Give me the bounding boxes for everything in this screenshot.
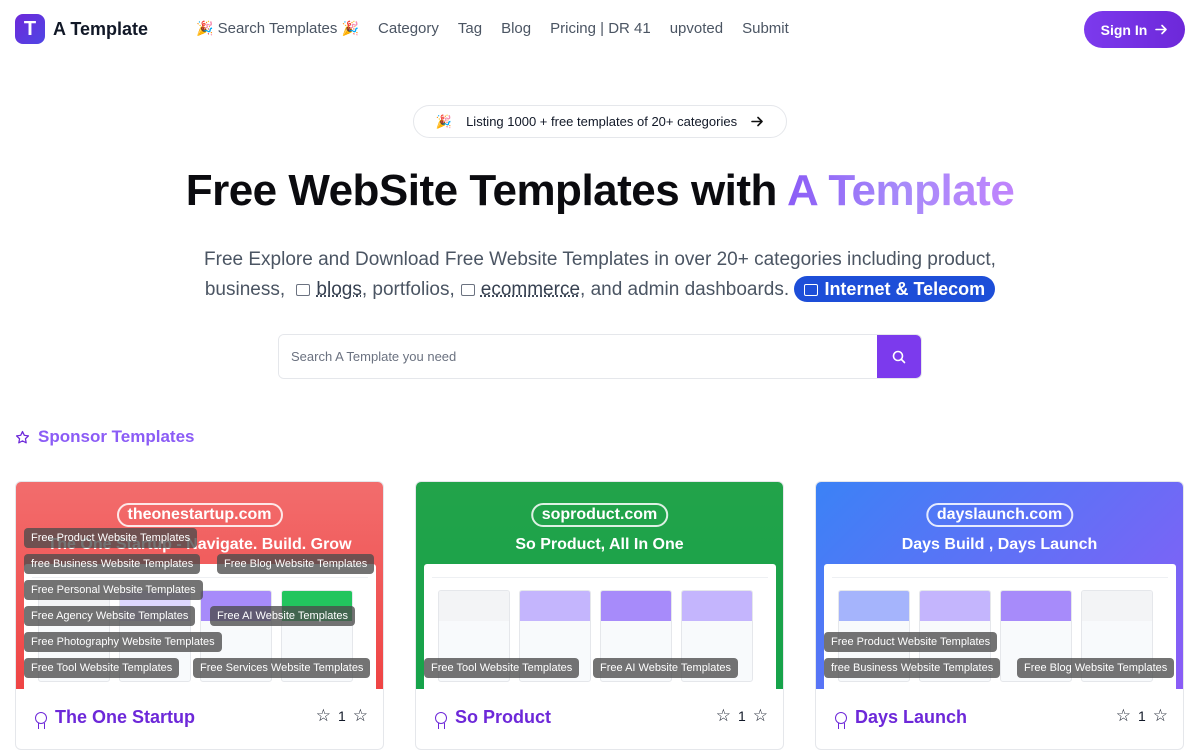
card-title[interactable]: The One Startup <box>35 707 196 729</box>
logo-mark-icon: T <box>15 14 45 44</box>
subtitle-text-3: , portfolios, <box>361 279 455 300</box>
card-preview[interactable]: soproduct.com So Product, All In One Fre… <box>416 482 783 689</box>
page-title: Free WebSite Templates with A Template <box>0 166 1200 216</box>
party-popper-icon: 🎉 <box>341 20 360 36</box>
tag-badge[interactable]: Free Blog Website Templates <box>217 554 375 574</box>
card-title-text: So Product <box>455 707 552 727</box>
tag-badge[interactable]: Free Agency Website Templates <box>24 606 196 626</box>
tag-badge[interactable]: Free Blog Website Templates <box>1017 658 1175 678</box>
subtitle-text-1: Free Explore and Download Free Website T… <box>204 249 996 270</box>
card-domain: dayslaunch.com <box>925 503 1074 527</box>
card-preview[interactable]: theonestartup.com The One Startup - Navi… <box>16 482 383 689</box>
star-icon[interactable]: ☆ <box>753 707 768 724</box>
card-domain: theonestartup.com <box>116 503 283 527</box>
sign-in-label: Sign In <box>1100 21 1148 38</box>
nav-category[interactable]: Category <box>378 20 439 37</box>
card-title[interactable]: So Product <box>435 707 552 729</box>
main-nav: 🎉 Search Templates 🎉 Category Tag Blog P… <box>196 20 789 37</box>
nav-blog[interactable]: Blog <box>501 20 531 37</box>
star-outline-icon <box>15 430 30 443</box>
title-accent: A Template <box>787 166 1015 215</box>
sponsor-heading: Sponsor Templates <box>15 427 195 447</box>
sponsor-heading-text: Sponsor Templates <box>38 427 195 446</box>
ecommerce-link[interactable]: ecommerce <box>481 279 580 300</box>
vote-box: ☆ 1 ☆ <box>316 707 368 724</box>
template-card-so-product[interactable]: soproduct.com So Product, All In One Fre… <box>415 481 784 750</box>
star-icon[interactable]: ☆ <box>316 707 331 724</box>
title-main: Free WebSite Templates with <box>185 166 788 215</box>
vote-box: ☆ 1 ☆ <box>1116 707 1168 724</box>
hero-subtitle: Free Explore and Download Free Website T… <box>150 245 1050 305</box>
listing-text: Listing 1000 + free templates of 20+ cat… <box>466 114 738 129</box>
card-title[interactable]: Days Launch <box>835 707 968 729</box>
tag-badge[interactable]: Free AI Website Templates <box>593 658 739 678</box>
tag-badge[interactable]: Free Photography Website Templates <box>24 632 222 652</box>
template-card-days-launch[interactable]: dayslaunch.com Days Build , Days Launch … <box>815 481 1184 750</box>
tag-badge[interactable]: Free Tool Website Templates <box>424 658 580 678</box>
template-card-the-one-startup[interactable]: theonestartup.com The One Startup - Navi… <box>15 481 384 750</box>
newspaper-icon <box>804 284 819 296</box>
arrow-right-icon <box>751 116 763 127</box>
tag-badge[interactable]: free Business Website Templates <box>24 554 201 574</box>
tag-badge[interactable]: Free Tool Website Templates <box>24 658 180 678</box>
tag-badge[interactable]: free Business Website Templates <box>824 658 1001 678</box>
nav-search-templates-label: Search Templates <box>217 20 338 37</box>
star-icon[interactable]: ☆ <box>1153 707 1168 724</box>
card-preview[interactable]: dayslaunch.com Days Build , Days Launch … <box>816 482 1183 689</box>
logo[interactable]: T A Template <box>15 14 148 44</box>
search-bar <box>278 334 922 379</box>
party-popper-icon: 🎉 <box>196 20 214 36</box>
tag-badge[interactable]: Free Services Website Templates <box>193 658 371 678</box>
card-tagline: Days Build , Days Launch <box>901 536 1098 553</box>
award-icon <box>35 711 47 729</box>
site-header: T A Template 🎉 Search Templates 🎉 Catego… <box>0 0 1200 60</box>
star-icon[interactable]: ☆ <box>716 707 731 724</box>
star-icon[interactable]: ☆ <box>353 707 368 724</box>
nav-search-templates[interactable]: 🎉 Search Templates 🎉 <box>196 20 359 37</box>
search-input[interactable] <box>279 335 877 378</box>
logo-text: A Template <box>53 18 149 39</box>
nav-pricing[interactable]: Pricing | DR 41 <box>550 20 651 37</box>
listing-announcement[interactable]: 🎉 Listing 1000 + free templates of 20+ c… <box>413 105 787 138</box>
sign-in-button[interactable]: Sign In <box>1084 11 1185 48</box>
card-domain: soproduct.com <box>530 503 669 527</box>
search-icon <box>892 350 906 363</box>
vote-count: 1 <box>737 707 746 724</box>
newspaper-icon <box>460 284 475 296</box>
tag-badge[interactable]: Free Product Website Templates <box>24 528 198 548</box>
vote-box: ☆ 1 ☆ <box>716 707 768 724</box>
vote-count: 1 <box>337 707 346 724</box>
blogs-link[interactable]: blogs <box>316 279 361 300</box>
award-icon <box>435 711 447 729</box>
nav-submit[interactable]: Submit <box>742 20 789 37</box>
nav-upvoted[interactable]: upvoted <box>670 20 723 37</box>
card-tagline: So Product, All In One <box>515 536 684 553</box>
arrow-right-icon <box>1155 24 1168 35</box>
tag-badge[interactable]: Free AI Website Templates <box>210 606 356 626</box>
newspaper-icon <box>296 284 311 296</box>
mock-nav <box>832 570 1168 578</box>
tag-badge[interactable]: Free Product Website Templates <box>824 632 998 652</box>
card-title-text: The One Startup <box>55 707 196 727</box>
card-title-text: Days Launch <box>855 707 968 727</box>
category-chip-label: Internet & Telecom <box>824 279 986 299</box>
award-icon <box>835 711 847 729</box>
category-chip[interactable]: Internet & Telecom <box>794 276 996 302</box>
tag-badge[interactable]: Free Personal Website Templates <box>24 580 203 600</box>
subtitle-text-2: business, <box>204 279 286 300</box>
vote-count: 1 <box>1137 707 1146 724</box>
subtitle-text-4: , and admin dashboards. <box>580 279 790 300</box>
search-button[interactable] <box>877 335 921 378</box>
star-icon[interactable]: ☆ <box>1116 707 1131 724</box>
party-popper-icon: 🎉 <box>435 113 453 129</box>
mock-nav <box>432 570 768 578</box>
nav-tag[interactable]: Tag <box>458 20 482 37</box>
